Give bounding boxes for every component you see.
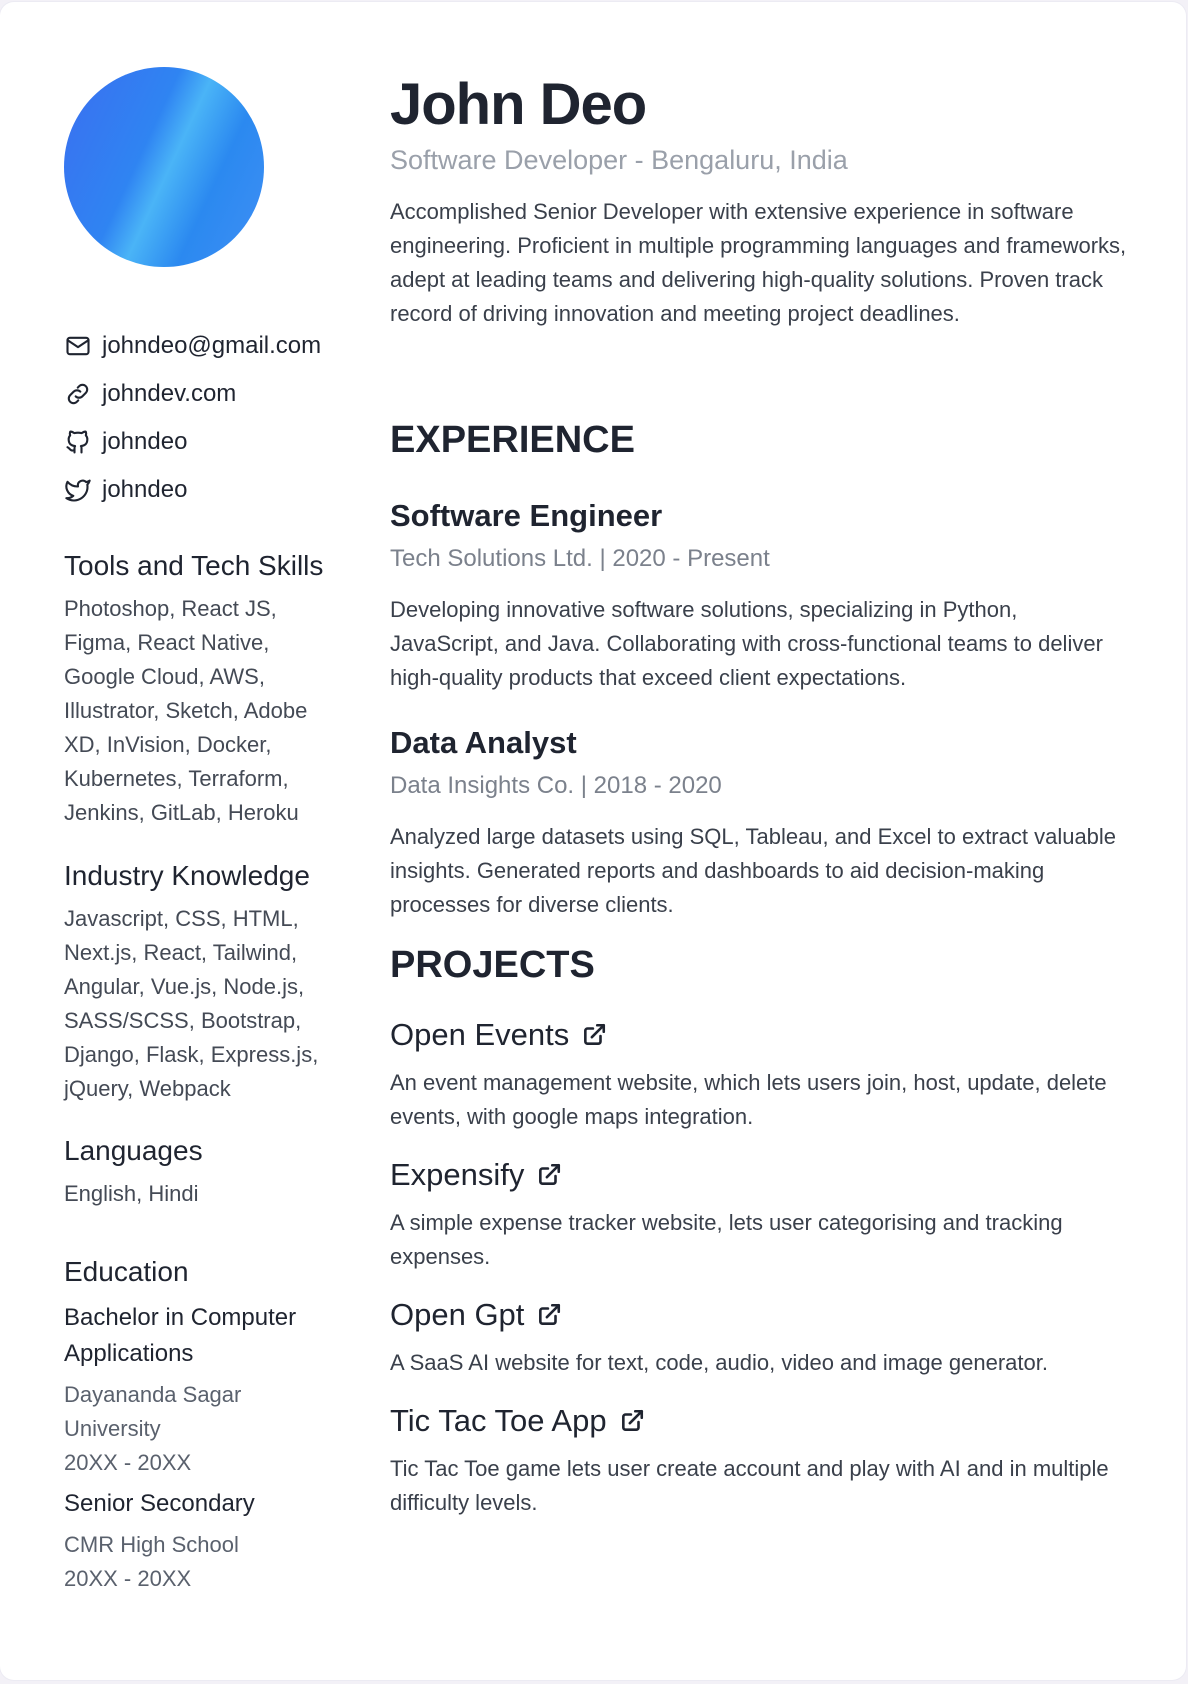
experience-heading: EXPERIENCE (390, 419, 635, 461)
languages-text: English, Hindi (64, 1181, 199, 1206)
link-icon (67, 383, 89, 405)
profile-role: Software Developer - Bengaluru, India (390, 145, 848, 175)
job-title: Data Analyst (390, 725, 577, 760)
languages-heading: Languages (64, 1135, 203, 1166)
skills-section: Tools and Tech Skills Photoshop, React J… (64, 548, 344, 830)
project-title-text[interactable]: Expensify (390, 1155, 524, 1195)
project-title-text[interactable]: Open Gpt (390, 1295, 524, 1335)
job-description: Developing innovative software solutions… (390, 597, 1103, 690)
project-title[interactable]: Open Events (390, 1015, 607, 1055)
project-title[interactable]: Tic Tac Toe App (390, 1401, 645, 1441)
skills-text: Photoshop, React JS, Figma, React Native… (64, 596, 308, 825)
profile-name: John Deo (390, 72, 647, 137)
industry-text: Javascript, CSS, HTML, Next.js, React, T… (64, 906, 319, 1101)
skills-heading: Tools and Tech Skills (64, 550, 324, 581)
project-description: A simple expense tracker website, lets u… (390, 1210, 1063, 1269)
project-title-text[interactable]: Open Events (390, 1015, 569, 1055)
contact-github-text[interactable]: johndeo (102, 428, 187, 456)
project-description: A SaaS AI website for text, code, audio,… (390, 1350, 1048, 1375)
contact-email[interactable]: johndeo@gmail.com (64, 322, 321, 370)
education-school: CMR High School (64, 1532, 239, 1557)
education-years: 20XX - 20XX (64, 1450, 192, 1475)
education-degree: Senior Secondary (64, 1490, 255, 1517)
external-link-icon[interactable] (536, 1302, 562, 1328)
projects-heading: PROJECTS (390, 944, 595, 986)
project-title[interactable]: Expensify (390, 1155, 562, 1195)
external-link-icon[interactable] (581, 1022, 607, 1048)
industry-section: Industry Knowledge Javascript, CSS, HTML… (64, 858, 344, 1106)
mail-icon (66, 336, 90, 356)
job-title: Software Engineer (390, 498, 663, 533)
contact-twitter-text[interactable]: johndeo (102, 476, 187, 504)
education-years: 20XX - 20XX (64, 1566, 192, 1591)
twitter-icon (65, 479, 91, 502)
github-icon (66, 430, 89, 454)
job-meta: Data Insights Co. | 2018 - 2020 (390, 772, 722, 799)
avatar (64, 67, 264, 267)
education-section: Education Bachelor in Computer Applicati… (64, 1254, 344, 1596)
contact-github[interactable]: johndeo (64, 418, 321, 466)
contact-list: johndeo@gmail.com johndev.com johndeo jo… (64, 322, 321, 514)
contact-website-text[interactable]: johndev.com (102, 380, 236, 408)
contact-website[interactable]: johndev.com (64, 370, 321, 418)
education-heading: Education (64, 1256, 189, 1287)
external-link-icon[interactable] (536, 1162, 562, 1188)
profile-summary: Accomplished Senior Developer with exten… (390, 199, 1127, 326)
project-title[interactable]: Open Gpt (390, 1295, 562, 1335)
project-title-text[interactable]: Tic Tac Toe App (390, 1401, 607, 1441)
job-description: Analyzed large datasets using SQL, Table… (390, 824, 1117, 917)
project-description: Tic Tac Toe game lets user create accoun… (390, 1456, 1109, 1515)
education-degree: Bachelor in Computer Applications (64, 1304, 297, 1367)
external-link-icon[interactable] (619, 1408, 645, 1434)
industry-heading: Industry Knowledge (64, 860, 310, 891)
education-school: Dayananda Sagar University (64, 1382, 242, 1441)
languages-section: Languages English, Hindi (64, 1133, 344, 1211)
project-description: An event management website, which lets … (390, 1070, 1107, 1129)
contact-email-text[interactable]: johndeo@gmail.com (102, 332, 321, 360)
contact-twitter[interactable]: johndeo (64, 466, 321, 514)
job-meta: Tech Solutions Ltd. | 2020 - Present (390, 545, 770, 572)
resume-page: johndeo@gmail.com johndev.com johndeo jo… (0, 2, 1186, 1680)
